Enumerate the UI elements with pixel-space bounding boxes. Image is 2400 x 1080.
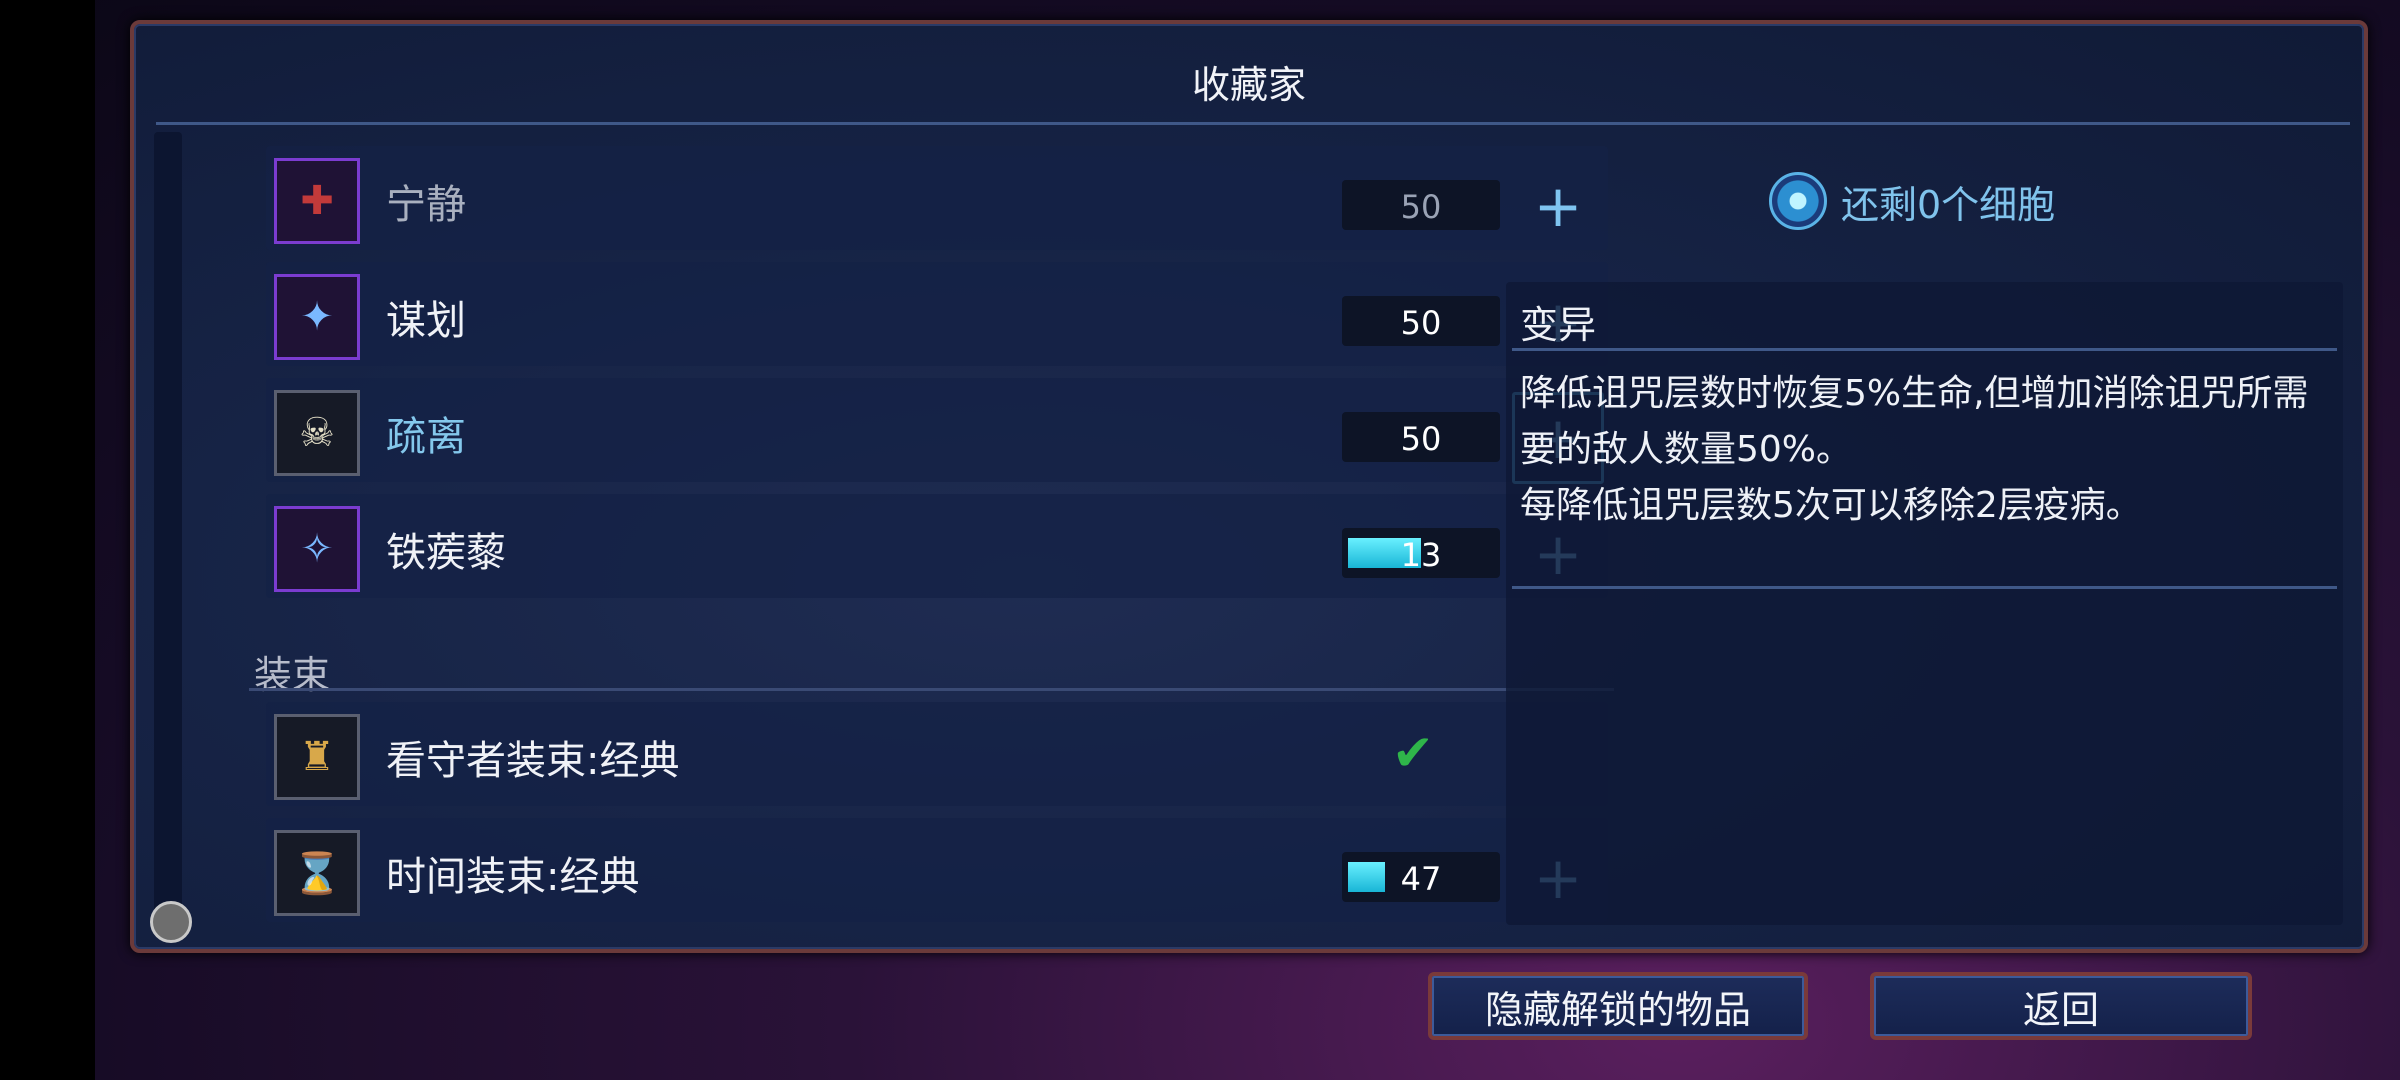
item-label: 宁静 [386,182,466,228]
cost-box: 50 [1342,412,1500,462]
detail-line-2: 每降低诅咒层数5次可以移除2层疫病。 [1520,485,2142,526]
cost-value: 50 [1400,420,1442,458]
cells-remaining: 还剩0个细胞 [1769,172,2055,230]
cell-icon [1769,172,1827,230]
item-label: 疏离 [386,414,466,460]
cost-box: 50 [1342,180,1500,230]
scrollbar-knob[interactable] [150,901,192,943]
cost-value: 50 [1400,188,1442,226]
scrollbar-track[interactable] [154,132,182,932]
item-label: 谋划 [386,298,466,344]
section-divider [249,688,1614,691]
invest-button[interactable]: + [1512,160,1604,252]
progress-box: 47 [1342,852,1500,902]
detail-line-1: 降低诅咒层数时恢复5%生命,但增加消除诅咒所需要的敌人数量50%。 [1520,373,2309,470]
detail-title: 变异 [1520,303,1597,347]
window-title: 收藏家 [1191,63,1306,107]
item-label: 铁蒺藜 [386,530,506,576]
check-icon: ✔ [1392,724,1434,782]
list-item-scheme[interactable]: ✦ 谋划 50 + [266,262,1608,366]
cost-box: 50 [1342,296,1500,346]
progress-box: 13 [1342,528,1500,578]
detail-divider-top [1512,348,2337,351]
caltrops-icon: ✧ [274,506,360,592]
tranquility-icon: ✚ [274,158,360,244]
list-item-tranquility[interactable]: ✚ 宁静 50 + [266,146,1608,250]
list-item-time-outfit[interactable]: ⌛ 时间装束:经典 47 + [266,818,1608,922]
keeper-outfit-icon: ♜ [274,714,360,800]
hide-unlocked-button[interactable]: 隐藏解锁的物品 [1428,972,1808,1040]
cost-value: 50 [1400,304,1442,342]
detail-description: 降低诅咒层数时恢复5%生命,但增加消除诅咒所需要的敌人数量50%。 每降低诅咒层… [1520,366,2330,534]
back-button[interactable]: 返回 [1870,972,2252,1040]
time-outfit-icon: ⌛ [274,830,360,916]
list-item-estrangement[interactable]: ☠ 疏离 50 + [266,378,1608,484]
left-letterbox [0,0,95,1080]
list-item-keeper-outfit[interactable]: ♜ 看守者装束:经典 ✔ [266,702,1608,806]
detail-panel: 变异 降低诅咒层数时恢复5%生命,但增加消除诅咒所需要的敌人数量50%。 每降低… [1506,282,2343,925]
list-item-caltrops[interactable]: ✧ 铁蒺藜 13 + [266,494,1608,598]
item-label: 时间装束:经典 [386,854,640,900]
scheme-icon: ✦ [274,274,360,360]
title-divider [156,122,2350,125]
progress-value: 47 [1400,860,1442,898]
cells-remaining-text: 还剩0个细胞 [1841,182,2056,227]
item-label: 看守者装束:经典 [386,738,680,784]
collector-window: 收藏家 ✚ 宁静 50 + ✦ 谋划 50 + ☠ 疏离 50 + ✧ 铁蒺藜 … [130,20,2368,953]
progress-value: 13 [1400,536,1442,574]
skull-icon: ☠ [274,390,360,476]
detail-divider-bottom [1512,586,2337,589]
